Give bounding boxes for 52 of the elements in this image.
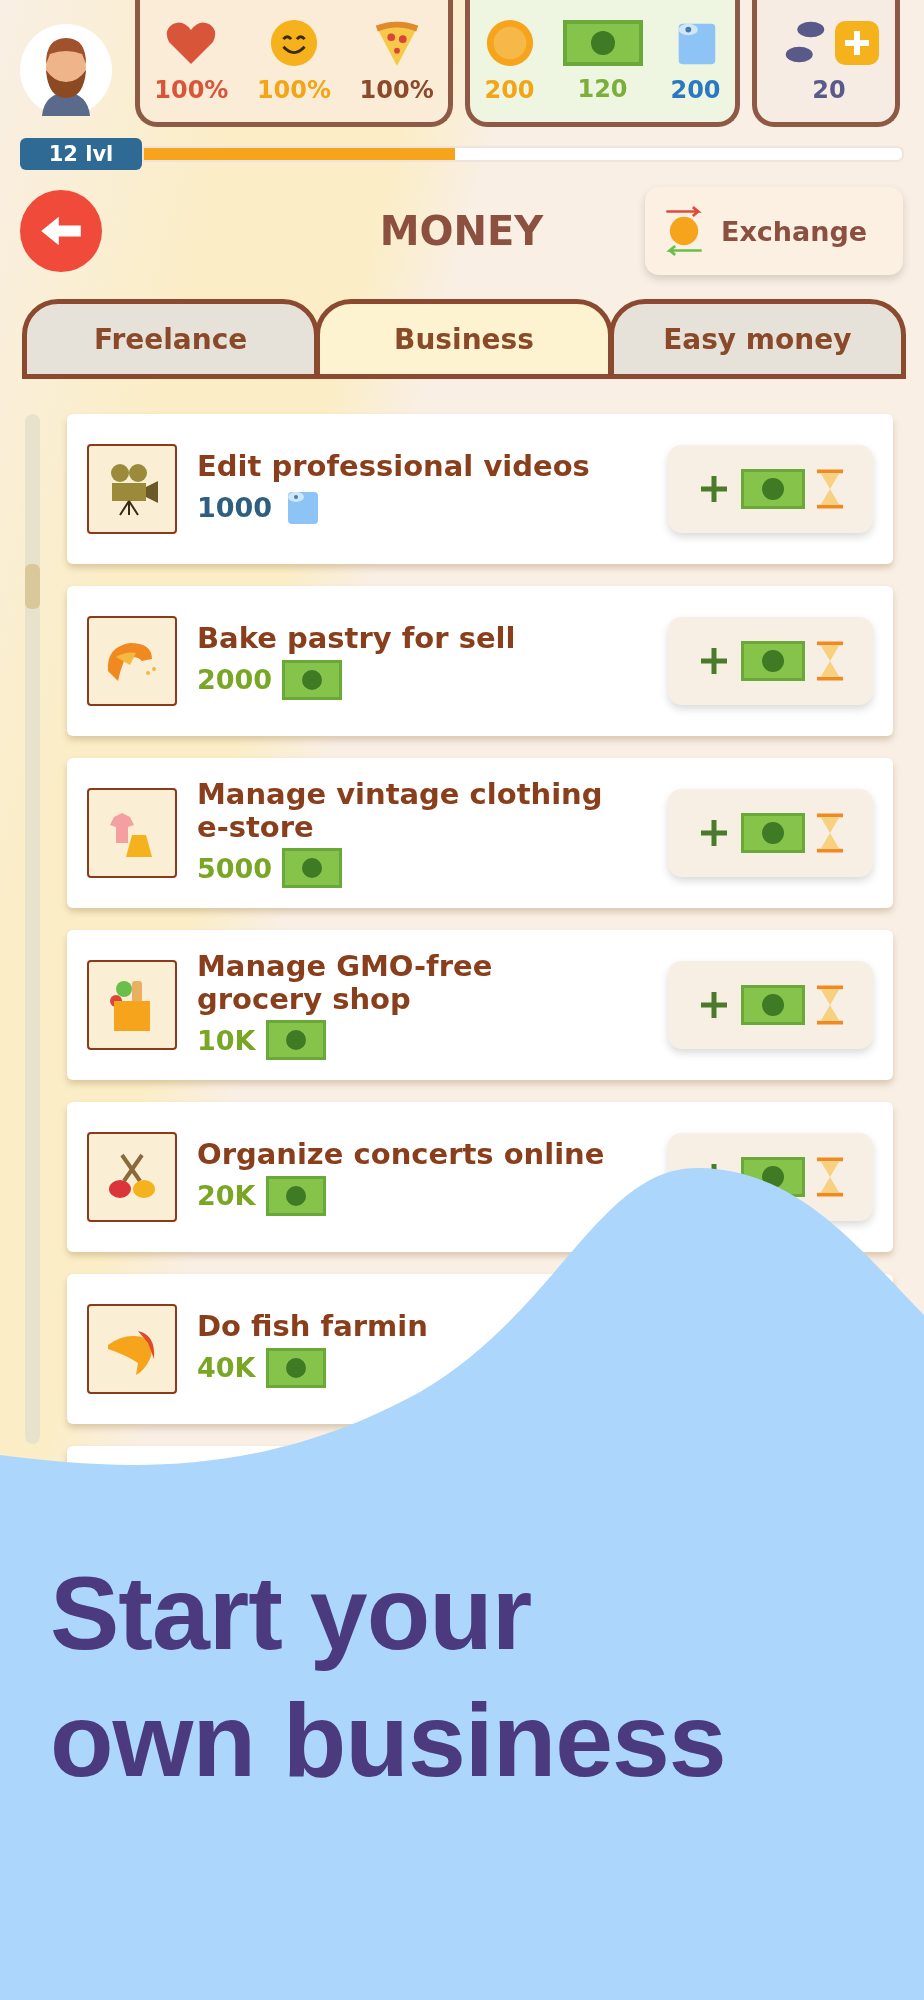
smiley-icon bbox=[268, 18, 320, 68]
earn-button[interactable] bbox=[668, 617, 873, 705]
scrollbar[interactable] bbox=[25, 414, 40, 1444]
level-badge: 12 lvl bbox=[20, 138, 142, 170]
banknote-icon bbox=[562, 19, 643, 67]
hourglass-icon bbox=[817, 984, 843, 1026]
banknote-icon bbox=[265, 1175, 326, 1216]
job-title: Manage vintage clothing e-store bbox=[197, 777, 604, 845]
plus-icon bbox=[699, 474, 729, 504]
banknote-icon bbox=[741, 469, 805, 509]
job-price: 10K bbox=[197, 1024, 256, 1056]
avatar[interactable] bbox=[20, 24, 112, 116]
banknote-icon bbox=[741, 985, 805, 1025]
tab[interactable]: Easy money bbox=[608, 299, 906, 379]
banknote-icon bbox=[741, 641, 805, 681]
banknote-icon bbox=[282, 848, 343, 889]
job-price: 20K bbox=[197, 1180, 256, 1212]
stat-value: 100% bbox=[154, 76, 229, 104]
earn-button[interactable] bbox=[668, 445, 873, 533]
banknote-icon bbox=[282, 659, 343, 700]
stat-value: 100% bbox=[359, 76, 434, 104]
plus-icon bbox=[699, 990, 729, 1020]
exchange-button[interactable]: Exchange bbox=[645, 187, 903, 275]
job-price: 1000 bbox=[197, 492, 273, 524]
job-price: 2000 bbox=[197, 664, 273, 696]
hourglass-icon bbox=[817, 1156, 843, 1198]
earn-button[interactable] bbox=[668, 961, 873, 1049]
earn-button[interactable] bbox=[668, 789, 873, 877]
stat-value: 200 bbox=[484, 76, 535, 104]
tab[interactable]: Business bbox=[315, 299, 613, 379]
stat-value: 20 bbox=[812, 76, 846, 104]
job-title: Organize concerts online bbox=[197, 1138, 606, 1172]
plus-icon bbox=[699, 818, 729, 848]
job-title: Do fish farmin bbox=[197, 1310, 429, 1344]
stat-value: 100% bbox=[256, 76, 332, 104]
job-price: 5000 bbox=[197, 852, 273, 884]
job-title: Manage GMO-free grocery shop bbox=[197, 949, 494, 1017]
plus-icon bbox=[699, 646, 729, 676]
screen-title: MONEY bbox=[378, 208, 545, 254]
arrow-icon bbox=[39, 214, 83, 248]
banknote-icon bbox=[265, 1347, 326, 1388]
stat-value: 200 bbox=[670, 76, 721, 104]
job-price: 40K bbox=[197, 1352, 256, 1384]
headline: Start your own business bbox=[50, 1554, 726, 1800]
stat-value: 120 bbox=[577, 75, 628, 103]
banknote-icon bbox=[741, 813, 805, 853]
job-title: Edit professional videos bbox=[197, 450, 591, 484]
hourglass-icon bbox=[817, 640, 843, 682]
hourglass-icon bbox=[817, 812, 843, 854]
banknote-icon bbox=[265, 1020, 326, 1061]
hourglass-icon bbox=[817, 468, 843, 510]
job-title: Bake pastry for sell bbox=[197, 622, 517, 656]
